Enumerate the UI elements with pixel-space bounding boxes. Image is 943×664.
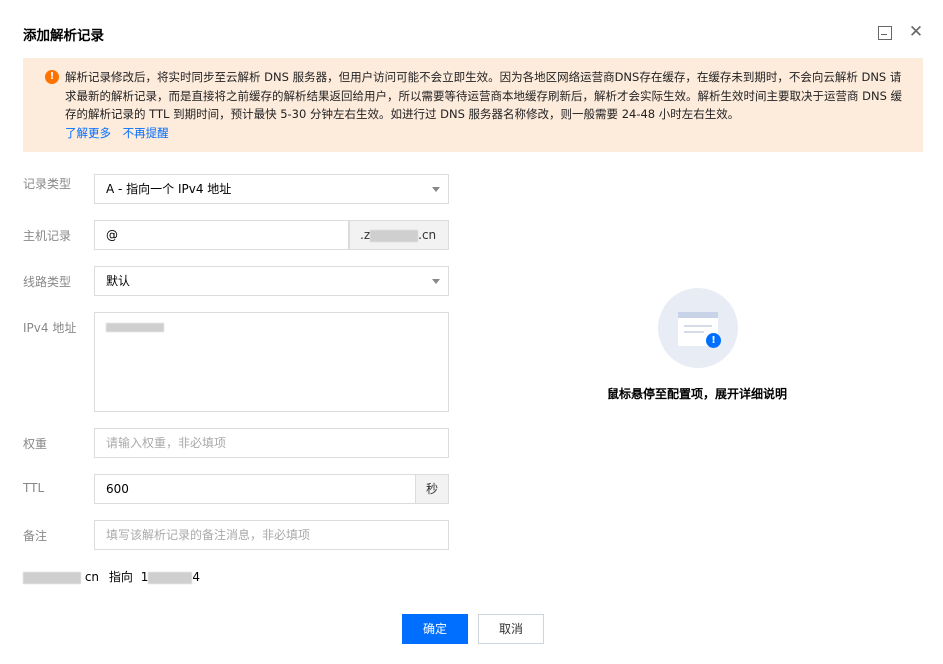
remark-input[interactable]: 填写该解析记录的备注消息，非必填项 <box>94 520 449 550</box>
redacted-ip <box>148 571 193 584</box>
notice-links: 了解更多 不再提醒 <box>65 124 909 142</box>
record-preview: cn 指向 1 4 <box>23 568 200 585</box>
ttl-value: 600 <box>106 482 129 496</box>
remark-label: 备注 <box>23 529 48 543</box>
preview-ip-prefix: 1 <box>140 570 149 584</box>
preview-ip-suffix: 4 <box>192 570 200 584</box>
info-icon: ! <box>706 333 721 348</box>
host-record-value: @ <box>106 228 118 242</box>
record-type-value: A - 指向一个 IPv4 地址 <box>106 182 232 196</box>
redacted-domain <box>23 571 81 584</box>
host-record-input[interactable]: @ <box>94 220 349 250</box>
redacted-domain <box>370 229 419 242</box>
ttl-input[interactable]: 600 <box>94 474 416 504</box>
doc-line <box>684 325 712 327</box>
chevron-down-icon <box>432 279 440 284</box>
ttl-label: TTL <box>23 481 45 495</box>
cancel-button[interactable]: 取消 <box>478 614 544 644</box>
preview-domain-suffix: cn <box>84 570 100 584</box>
weight-placeholder: 请输入权重，非必填项 <box>106 436 227 450</box>
warning-icon: ! <box>45 70 59 84</box>
line-type-value: 默认 <box>106 274 131 288</box>
notice-text: 解析记录修改后，将实时同步至云解析 DNS 服务器，但用户访问可能不会立即生效。… <box>65 70 903 121</box>
dns-propagation-notice: ! 解析记录修改后，将实时同步至云解析 DNS 服务器，但用户访问可能不会立即生… <box>23 58 923 152</box>
confirm-button[interactable]: 确定 <box>402 614 468 644</box>
weight-input[interactable]: 请输入权重，非必填项 <box>94 428 449 458</box>
domain-suffix-addon: .z .cn <box>349 220 449 250</box>
chevron-down-icon <box>432 187 440 192</box>
record-type-label: 记录类型 <box>23 177 72 191</box>
line-type-select[interactable]: 默认 <box>94 266 449 296</box>
minimize-icon[interactable] <box>877 25 893 41</box>
hover-hint: 鼠标悬停至配置项，展开详细说明 <box>607 387 788 401</box>
remark-placeholder: 填写该解析记录的备注消息，非必填项 <box>106 528 311 542</box>
domain-suffix: .cn <box>418 228 437 242</box>
close-icon[interactable]: ✕ <box>908 24 924 41</box>
record-type-select[interactable]: A - 指向一个 IPv4 地址 <box>94 174 449 204</box>
redacted-ip <box>106 323 164 332</box>
line-type-label: 线路类型 <box>23 275 72 289</box>
domain-prefix: .z <box>360 228 371 242</box>
dismiss-notice-link[interactable]: 不再提醒 <box>123 126 169 140</box>
preview-verb: 指向 <box>108 570 133 584</box>
host-record-label: 主机记录 <box>23 229 72 243</box>
learn-more-link[interactable]: 了解更多 <box>65 126 111 140</box>
ipv4-textarea[interactable] <box>94 312 449 412</box>
weight-label: 权重 <box>23 437 48 451</box>
ttl-unit-addon: 秒 <box>415 474 449 504</box>
doc-line <box>684 331 704 333</box>
ipv4-label: IPv4 地址 <box>23 321 77 335</box>
dialog-title: 添加解析记录 <box>23 28 104 44</box>
document-info-icon: ! <box>658 288 738 368</box>
